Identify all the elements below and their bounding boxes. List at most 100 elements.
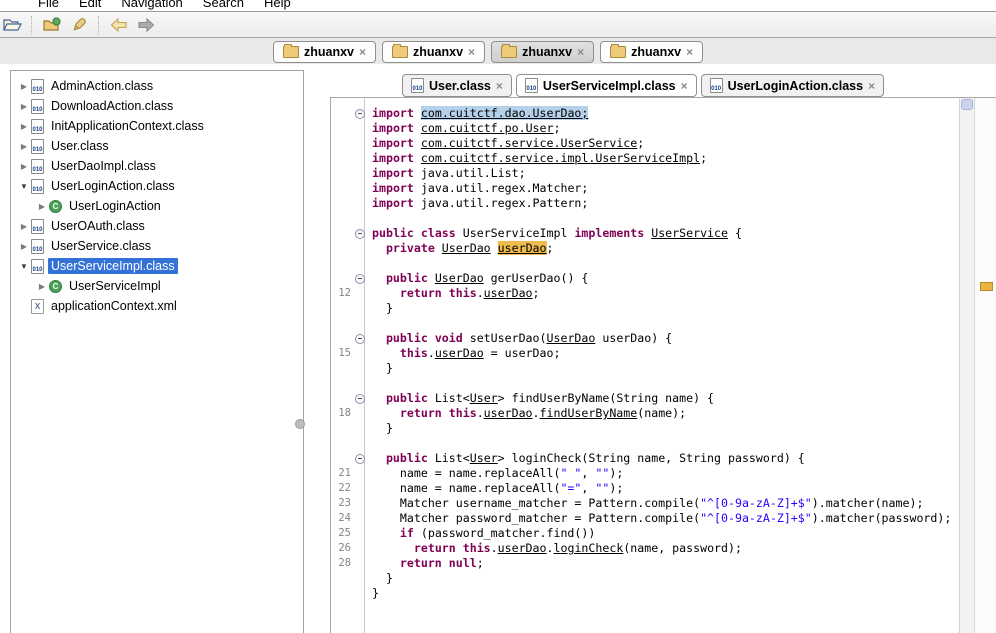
archive-tab[interactable]: zhuanxv × <box>273 41 377 63</box>
tree-item[interactable]: ▶ UserDaoImpl.class <box>11 156 303 176</box>
archive-tab[interactable]: zhuanxv × <box>600 41 704 63</box>
code-link[interactable]: UserService <box>651 226 728 240</box>
close-icon[interactable]: × <box>468 46 475 58</box>
expander-collapsed-icon[interactable]: ▶ <box>35 202 49 211</box>
close-icon[interactable]: × <box>868 80 875 92</box>
code-link[interactable]: userDao <box>498 541 547 555</box>
tree-item[interactable]: ▶ User.class <box>11 136 303 156</box>
code-link[interactable]: loginCheck <box>554 541 624 555</box>
code-link[interactable]: userDao <box>497 241 547 255</box>
code-token: Matcher username_matcher = Pattern.compi… <box>399 496 701 510</box>
tree-item[interactable]: ▶ UserLoginAction <box>11 196 303 216</box>
search-icon[interactable] <box>69 16 89 34</box>
editor-tab[interactable]: UserLoginAction.class × <box>700 74 885 97</box>
code-link[interactable]: userDao <box>484 286 533 300</box>
archive-tab[interactable]: zhuanxv × <box>491 41 595 63</box>
code-token: } <box>385 571 393 585</box>
class-file-icon <box>31 118 44 134</box>
code-line: import com.cuitctf.dao.UserDao; <box>331 106 960 121</box>
expander-collapsed-icon[interactable]: ▶ <box>17 122 31 131</box>
menu-help[interactable]: Help <box>264 0 291 10</box>
code-link[interactable]: com.cuitctf.service.impl.UserServiceImpl <box>421 151 700 165</box>
tree-item[interactable]: ▶ InitApplicationContext.class <box>11 116 303 136</box>
fold-column <box>353 346 366 361</box>
fold-icon[interactable] <box>354 229 365 239</box>
line-number <box>331 436 353 451</box>
code-link[interactable]: UserDao <box>442 241 491 255</box>
back-icon[interactable] <box>109 16 129 34</box>
menu-search[interactable]: Search <box>203 0 244 10</box>
code-token: " " <box>560 466 582 480</box>
code-link[interactable]: com.cuitctf.po.User <box>421 121 554 135</box>
tree-item[interactable]: ▶ AdminAction.class <box>11 76 303 96</box>
fold-icon[interactable] <box>354 109 365 119</box>
class-file-icon <box>31 138 44 154</box>
line-number: 12 <box>338 287 351 299</box>
archive-tab[interactable]: zhuanxv × <box>382 41 486 63</box>
scrollbar-thumb[interactable] <box>961 99 973 110</box>
expander-collapsed-icon[interactable]: ▶ <box>17 242 31 251</box>
menu-navigation[interactable]: Navigation <box>121 0 182 10</box>
fold-icon[interactable] <box>354 274 365 284</box>
class-icon <box>49 199 62 213</box>
expander-collapsed-icon[interactable]: ▶ <box>17 102 31 111</box>
fold-column <box>353 271 366 286</box>
forward-icon[interactable] <box>136 16 156 34</box>
code-link[interactable]: findUserByName <box>540 406 638 420</box>
editor-tab[interactable]: User.class × <box>402 74 512 97</box>
fold-icon[interactable] <box>354 454 365 464</box>
code-line: private UserDao userDao; <box>331 241 960 256</box>
expander-collapsed-icon[interactable]: ▶ <box>17 222 31 231</box>
tree-item[interactable]: ▶ DownloadAction.class <box>11 96 303 116</box>
editor-tab-label: UserLoginAction.class <box>727 78 864 93</box>
expander-collapsed-icon[interactable]: ▶ <box>17 82 31 91</box>
code-token: public <box>385 391 435 405</box>
close-icon[interactable]: × <box>681 80 688 92</box>
vertical-scrollbar[interactable] <box>959 98 975 633</box>
tree-item[interactable]: applicationContext.xml <box>11 296 303 316</box>
code-link[interactable]: userDao <box>484 406 533 420</box>
code-link[interactable]: UserDao <box>547 331 596 345</box>
code-text: return null; <box>366 556 960 571</box>
code-link[interactable]: User <box>470 391 498 405</box>
line-number <box>331 301 353 316</box>
occurrence-marker[interactable] <box>980 282 993 291</box>
code-link[interactable]: com.cuitctf.service.UserService <box>421 136 637 150</box>
code-token: List< <box>434 451 470 465</box>
code-link[interactable]: UserDao <box>435 271 484 285</box>
splitter-handle[interactable] <box>295 419 305 429</box>
code-line: } <box>331 301 960 316</box>
line-number: 21 <box>338 467 351 479</box>
close-icon[interactable]: × <box>496 80 503 92</box>
main-area: ▶AdminAction.class▶DownloadAction.class▶… <box>0 64 996 633</box>
code-token: import <box>372 106 421 120</box>
editor-tab[interactable]: UserServiceImpl.class × <box>515 74 697 97</box>
close-icon[interactable]: × <box>359 46 366 58</box>
expander-collapsed-icon[interactable]: ▶ <box>17 162 31 171</box>
code-text: public List<User> findUserByName(String … <box>366 391 960 406</box>
code-link[interactable]: userDao <box>435 346 484 360</box>
expander-collapsed-icon[interactable]: ▶ <box>35 282 49 291</box>
close-icon[interactable]: × <box>686 46 693 58</box>
tree-item[interactable]: ▼ UserServiceImpl.class <box>11 256 303 276</box>
tree-item[interactable]: ▶ UserService.class <box>11 236 303 256</box>
code-token: . <box>476 286 484 300</box>
menu-file[interactable]: File <box>38 0 59 10</box>
code-link[interactable]: User <box>470 451 498 465</box>
menu-edit[interactable]: Edit <box>79 0 101 10</box>
fold-icon[interactable] <box>354 394 365 404</box>
tree-item[interactable]: ▼ UserLoginAction.class <box>11 176 303 196</box>
open-file-icon[interactable] <box>2 16 22 34</box>
open-type-icon[interactable] <box>42 16 62 34</box>
tree-item[interactable]: ▶ UserOAuth.class <box>11 216 303 236</box>
toolbar-separator <box>31 15 33 34</box>
tree-item[interactable]: ▶ UserServiceImpl <box>11 276 303 296</box>
expander-expanded-icon[interactable]: ▼ <box>17 182 31 191</box>
code-line: 28 return null; <box>331 556 960 571</box>
expander-collapsed-icon[interactable]: ▶ <box>17 142 31 151</box>
code-link[interactable]: com.cuitctf.dao.UserDao; <box>420 106 589 120</box>
expander-expanded-icon[interactable]: ▼ <box>17 262 31 271</box>
code-text: Matcher password_matcher = Pattern.compi… <box>366 511 960 526</box>
close-icon[interactable]: × <box>577 46 584 58</box>
fold-icon[interactable] <box>354 334 365 344</box>
